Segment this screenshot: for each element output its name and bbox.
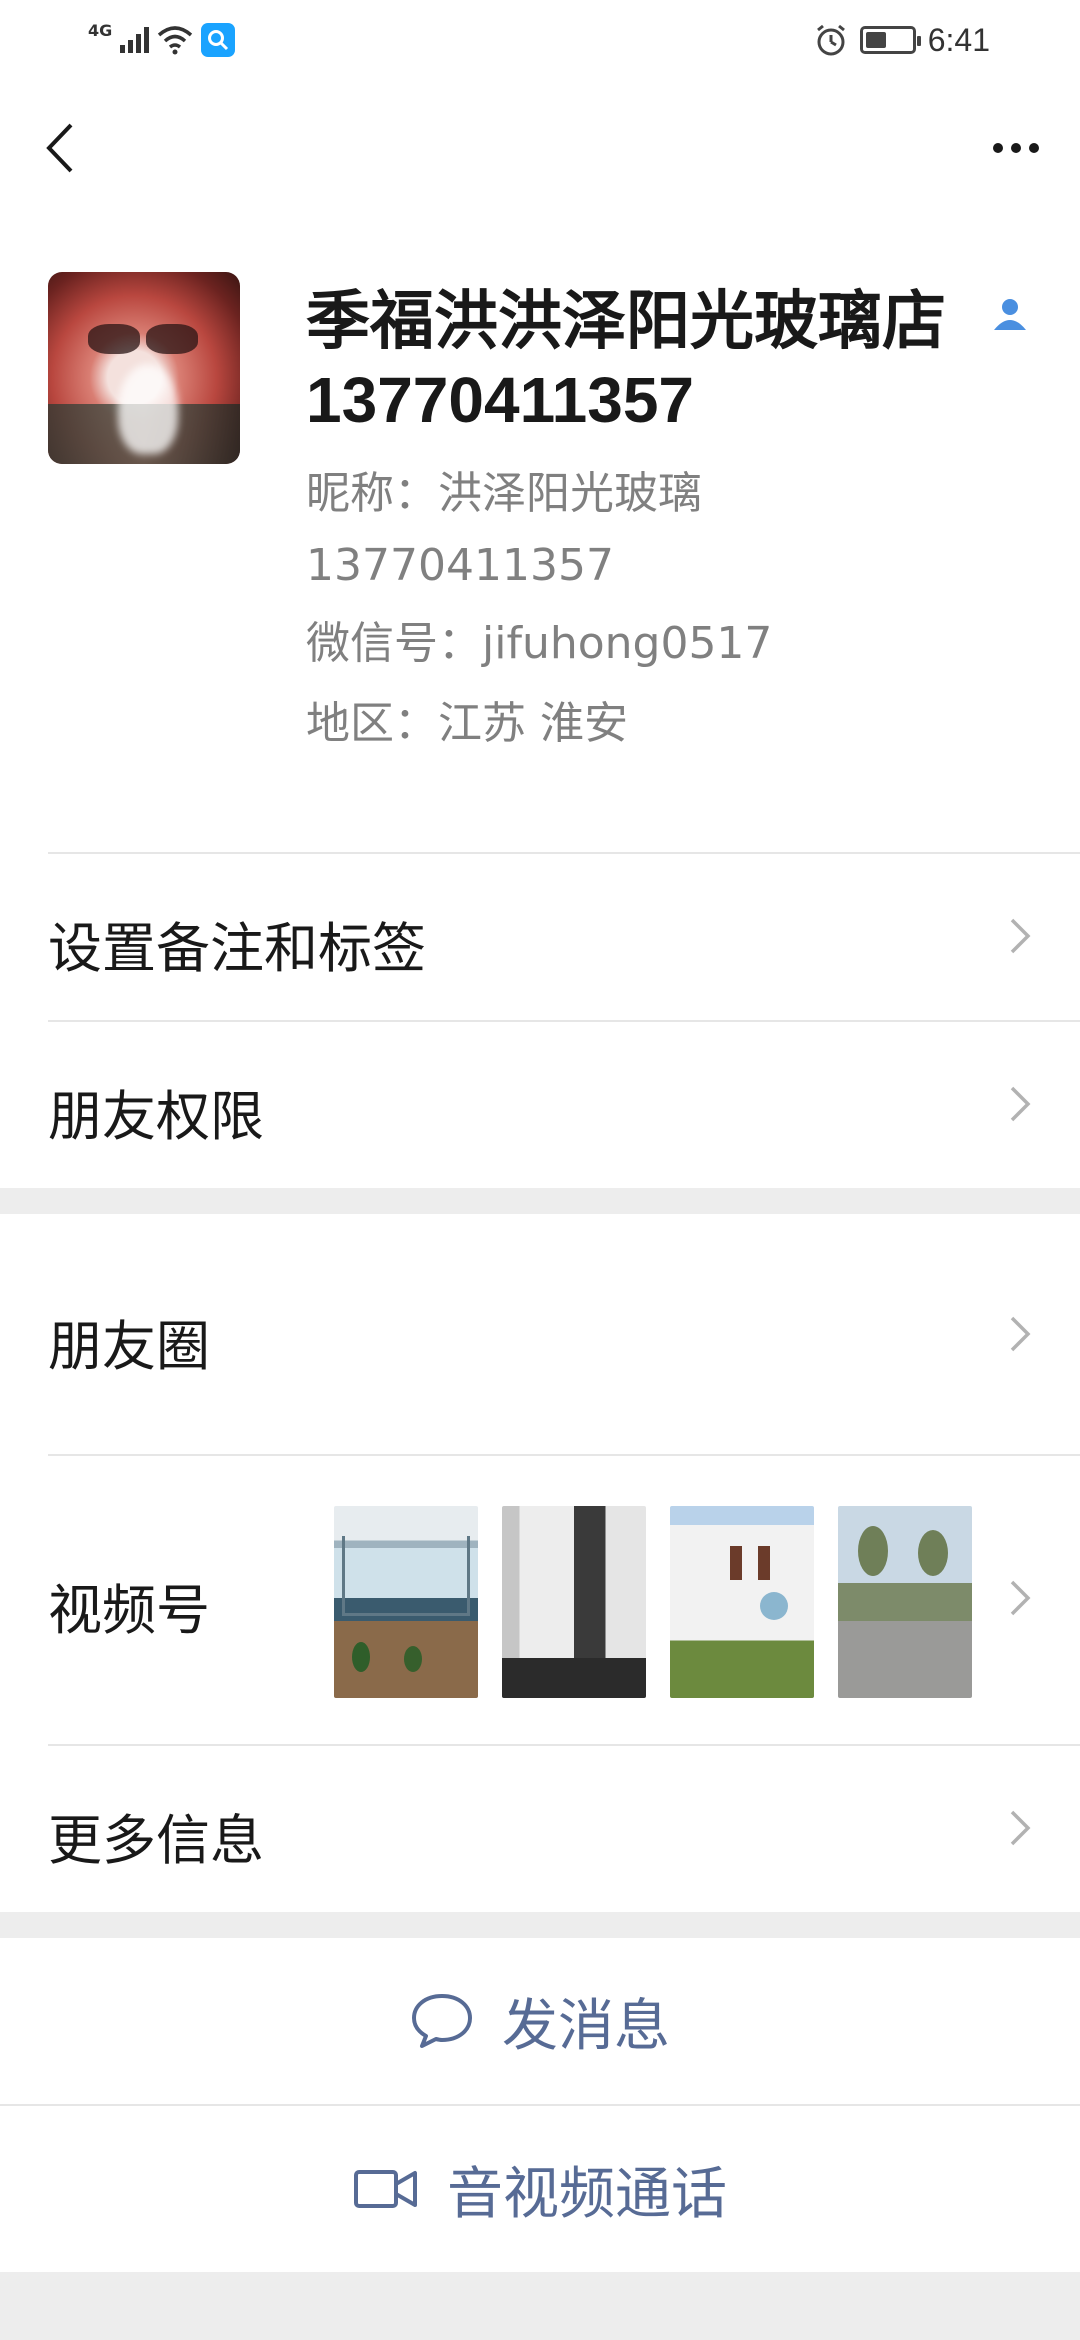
channel-thumbnail[interactable] xyxy=(838,1506,972,1698)
contact-name-phone: 13770411357 xyxy=(306,364,694,436)
signal-icon xyxy=(120,27,150,53)
divider xyxy=(48,1454,1080,1456)
status-left: 4G xyxy=(88,18,236,62)
profile-card: 季福洪洪泽阳光玻璃店 13770411357 昵称：洪泽阳光玻璃 1377041… xyxy=(0,222,1080,852)
wifi-icon xyxy=(158,26,193,55)
chevron-right-icon xyxy=(1010,1316,1031,1352)
more-info-label: 更多信息 xyxy=(48,1809,264,1872)
contact-profile-page: 4G 6:41 季福洪洪泽阳光玻璃店 13770411357 昵称：洪泽阳光玻璃… xyxy=(0,0,1080,2340)
clock: 6:41 xyxy=(927,21,990,58)
chevron-left-icon xyxy=(46,123,73,173)
remark-tags-row[interactable]: 设置备注和标签 xyxy=(0,852,1080,1020)
channels-row[interactable]: 视频号 xyxy=(0,1454,1080,1744)
channels-label: 视频号 xyxy=(48,1579,210,1642)
back-button[interactable] xyxy=(30,112,90,184)
video-camera-icon xyxy=(354,2170,417,2208)
channel-thumbnail[interactable] xyxy=(502,1506,646,1698)
divider xyxy=(48,1744,1080,1746)
status-bar: 4G 6:41 xyxy=(0,0,1080,82)
chevron-right-icon xyxy=(1010,1810,1031,1846)
moments-label: 朋友圈 xyxy=(48,1315,210,1378)
region: 地区：江苏 淮安 xyxy=(306,698,628,749)
send-message-button[interactable]: 发消息 xyxy=(0,1938,1080,2104)
avatar[interactable] xyxy=(48,272,240,464)
chevron-right-icon xyxy=(1010,1580,1031,1616)
status-right: 6:41 xyxy=(814,18,990,62)
more-info-row[interactable]: 更多信息 xyxy=(0,1744,1080,1912)
speech-bubble-icon xyxy=(412,1994,472,2048)
ellipsis-icon xyxy=(993,143,1003,153)
send-message-label: 发消息 xyxy=(502,1993,670,2059)
contact-name: 季福洪洪泽阳光玻璃店 xyxy=(306,285,946,359)
divider xyxy=(48,852,1080,854)
nickname-phone: 13770411357 xyxy=(306,540,614,591)
channels-thumbnails xyxy=(334,1506,972,1698)
alarm-icon xyxy=(816,24,845,56)
friend-permissions-label: 朋友权限 xyxy=(48,1085,264,1148)
channel-thumbnail[interactable] xyxy=(334,1506,478,1698)
wechat-id: 微信号：jifuhong0517 xyxy=(306,618,773,669)
battery-level xyxy=(865,32,886,48)
av-call-button[interactable]: 音视频通话 xyxy=(0,2106,1080,2272)
friend-permissions-row[interactable]: 朋友权限 xyxy=(0,1020,1080,1188)
divider xyxy=(48,1020,1080,1022)
chevron-right-icon xyxy=(1010,918,1031,954)
battery-icon xyxy=(859,26,921,54)
av-call-label: 音视频通话 xyxy=(447,2161,727,2227)
nickname: 昵称：洪泽阳光玻璃 xyxy=(306,468,702,519)
nav-bar xyxy=(0,82,1080,222)
more-options-button[interactable] xyxy=(976,112,1056,184)
search-app-icon xyxy=(201,23,236,57)
remark-tags-label: 设置备注和标签 xyxy=(48,917,426,980)
chevron-right-icon xyxy=(1010,1086,1031,1122)
person-icon xyxy=(994,299,1026,330)
network-type: 4G xyxy=(88,20,113,40)
channel-thumbnail[interactable] xyxy=(670,1506,814,1698)
moments-row[interactable]: 朋友圈 xyxy=(0,1214,1080,1454)
